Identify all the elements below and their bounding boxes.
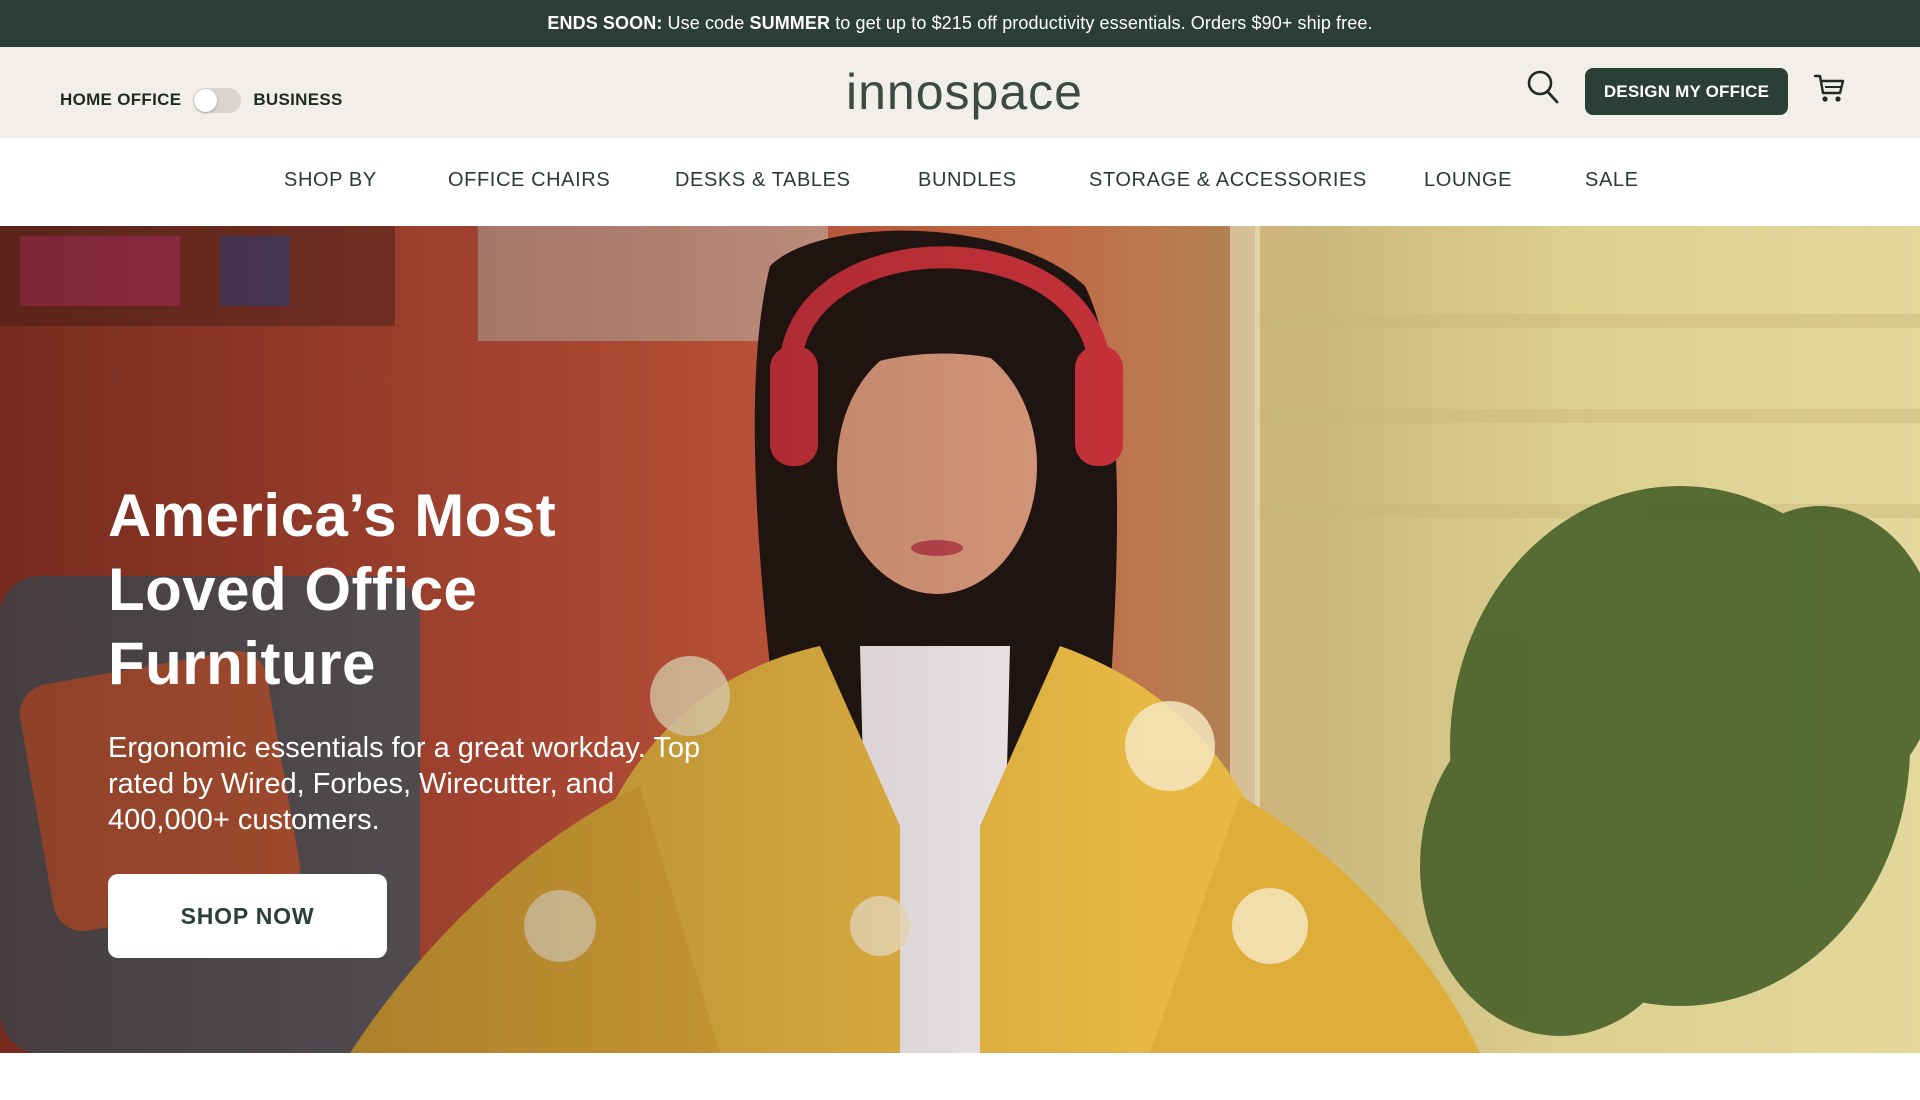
nav-item-sale[interactable]: SALE xyxy=(1585,169,1639,192)
search-icon[interactable] xyxy=(1526,69,1560,105)
nav-item-bundles[interactable]: BUNDLES xyxy=(918,169,1017,192)
site-logo[interactable]: innospace xyxy=(846,63,1082,123)
promo-code: SUMMER xyxy=(749,13,831,33)
main-navigation: SHOP BY OFFICE CHAIRS DESKS & TABLES BUN… xyxy=(0,138,1920,226)
hero-subtitle: Ergonomic essentials for a great workday… xyxy=(108,732,701,836)
hero-banner: America’s Most Loved Office Furniture Er… xyxy=(0,226,1920,1053)
toggle-knob xyxy=(194,88,218,112)
toggle-label-business[interactable]: BUSINESS xyxy=(253,90,342,110)
nav-item-office-chairs[interactable]: OFFICE CHAIRS xyxy=(448,169,610,192)
design-my-office-button[interactable]: DESIGN MY OFFICE xyxy=(1585,68,1788,115)
hero-title-line: America’s Most xyxy=(108,482,557,549)
nav-item-shop-by[interactable]: SHOP BY xyxy=(284,169,377,192)
nav-item-desks-tables[interactable]: DESKS & TABLES xyxy=(675,169,851,192)
audience-toggle-group: HOME OFFICE BUSINESS xyxy=(60,87,343,113)
promo-banner: ENDS SOON: Use code SUMMER to get up to … xyxy=(0,0,1920,47)
nav-item-lounge[interactable]: LOUNGE xyxy=(1424,169,1512,192)
hero-title-line: Furniture xyxy=(108,630,376,697)
audience-toggle-switch[interactable] xyxy=(193,87,242,113)
shop-now-button[interactable]: SHOP NOW xyxy=(108,874,387,958)
site-header: HOME OFFICE BUSINESS innospace DESIGN MY… xyxy=(0,47,1920,138)
promo-lead: ENDS SOON: xyxy=(547,13,663,33)
toggle-label-home-office[interactable]: HOME OFFICE xyxy=(60,90,181,110)
cart-icon[interactable] xyxy=(1813,71,1845,105)
nav-item-storage-accessories[interactable]: STORAGE & ACCESSORIES xyxy=(1089,169,1367,192)
promo-text-b: to get up to $215 off productivity essen… xyxy=(830,13,1373,33)
promo-text-a: Use code xyxy=(662,13,750,33)
hero-title: America’s Most Loved Office Furniture xyxy=(108,479,628,701)
hero-title-line: Loved Office xyxy=(108,556,478,623)
